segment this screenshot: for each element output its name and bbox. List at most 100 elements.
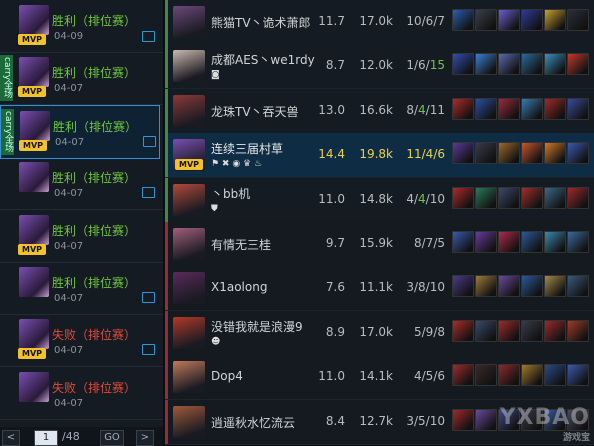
player-name[interactable]: 连续三届村草: [211, 140, 283, 157]
item-icon[interactable]: [475, 9, 497, 31]
item-icon[interactable]: [498, 320, 520, 342]
item-icon[interactable]: [544, 187, 566, 209]
player-row[interactable]: 成都AES丶we1rdy ◙ 8.7 12.0k 1/6/15: [165, 44, 594, 89]
item-icon[interactable]: [498, 275, 520, 297]
item-icon[interactable]: [452, 275, 474, 297]
item-icon[interactable]: [475, 187, 497, 209]
match-item[interactable]: MVP 失败（排位赛） 04-07: [0, 314, 163, 367]
player-row[interactable]: Dop4 11.0 14.1k 4/5/6: [165, 355, 594, 400]
item-icon[interactable]: [567, 320, 589, 342]
go-button[interactable]: GO: [100, 430, 124, 446]
item-icon[interactable]: [452, 142, 474, 164]
video-replay-icon[interactable]: [143, 136, 156, 147]
champion-icon: [20, 111, 50, 141]
item-icon[interactable]: [452, 98, 474, 120]
match-item[interactable]: MVP 胜利（排位赛） 04-07: [0, 210, 163, 263]
player-name[interactable]: 没错我就是浪漫9: [211, 318, 303, 335]
item-icon[interactable]: [544, 98, 566, 120]
player-row[interactable]: 龙珠TV丶吞天兽 13.0 16.6k 8/4/11: [165, 89, 594, 134]
player-name[interactable]: 龙珠TV丶吞天兽: [211, 103, 299, 120]
item-icon[interactable]: [498, 364, 520, 386]
item-icon[interactable]: [521, 275, 543, 297]
item-icon[interactable]: [567, 53, 589, 75]
item-icon[interactable]: [567, 364, 589, 386]
item-icon[interactable]: [498, 98, 520, 120]
video-replay-icon[interactable]: [142, 187, 155, 198]
player-name[interactable]: 丶bb机: [211, 185, 250, 202]
item-icon[interactable]: [567, 98, 589, 120]
video-replay-icon[interactable]: [142, 31, 155, 42]
player-name[interactable]: 有情无三桂: [211, 236, 271, 253]
item-icon[interactable]: [498, 9, 520, 31]
match-item[interactable]: MVP 胜利（排位赛） 04-09: [0, 0, 163, 53]
player-name[interactable]: Dop4: [211, 369, 243, 383]
next-page-button[interactable]: >: [136, 430, 154, 446]
match-item[interactable]: 胜利（排位赛） 04-07: [0, 262, 163, 315]
item-icon[interactable]: [521, 142, 543, 164]
player-row[interactable]: 熊猫TV丶诡术萧郎 11.7 17.0k 10/6/7: [165, 0, 594, 45]
player-row[interactable]: MVP 连续三届村草 ⚑ ✖ ◉ ♛ ♨ 14.4 19.8k 11/4/6: [165, 133, 594, 178]
item-icon[interactable]: [567, 9, 589, 31]
video-replay-icon[interactable]: [142, 344, 155, 355]
item-icon[interactable]: [521, 364, 543, 386]
item-icon[interactable]: [544, 142, 566, 164]
item-icon[interactable]: [498, 231, 520, 253]
item-icon[interactable]: [475, 275, 497, 297]
item-icon[interactable]: [544, 275, 566, 297]
match-item[interactable]: carry全场 MVP 胜利（排位赛） 04-07: [0, 52, 163, 105]
item-icon[interactable]: [498, 187, 520, 209]
match-item[interactable]: 失败（排位赛） 04-07: [0, 367, 163, 420]
item-icon[interactable]: [521, 9, 543, 31]
page-number-input[interactable]: 1: [34, 430, 58, 446]
player-row[interactable]: X1aolong 7.6 11.1k 3/8/10: [165, 266, 594, 311]
team-side-bar: [165, 355, 168, 399]
item-icon[interactable]: [475, 98, 497, 120]
item-icon[interactable]: [475, 364, 497, 386]
item-icon[interactable]: [521, 98, 543, 120]
player-row[interactable]: 没错我就是浪漫9 ☻ 8.9 17.0k 5/9/8: [165, 311, 594, 356]
item-icon[interactable]: [544, 364, 566, 386]
item-icon[interactable]: [475, 53, 497, 75]
item-icon[interactable]: [452, 53, 474, 75]
item-icon[interactable]: [521, 187, 543, 209]
player-name[interactable]: X1aolong: [211, 280, 267, 294]
item-icon[interactable]: [475, 409, 497, 431]
player-gold: 16.6k: [359, 103, 393, 117]
player-gold: 17.0k: [359, 325, 393, 339]
item-icon[interactable]: [544, 231, 566, 253]
video-replay-icon[interactable]: [142, 292, 155, 303]
item-icon[interactable]: [452, 409, 474, 431]
item-icon[interactable]: [498, 142, 520, 164]
item-icon[interactable]: [544, 320, 566, 342]
item-icon[interactable]: [567, 187, 589, 209]
match-item[interactable]: carry全场 MVP 胜利（排位赛） 04-07: [0, 105, 160, 159]
item-icon[interactable]: [475, 320, 497, 342]
item-icon[interactable]: [544, 53, 566, 75]
match-date: 04-07: [54, 398, 84, 409]
item-icon[interactable]: [521, 320, 543, 342]
kda-value: 11: [429, 103, 445, 117]
item-icon[interactable]: [452, 231, 474, 253]
player-name[interactable]: 成都AES丶we1rdy: [211, 51, 315, 68]
item-icon[interactable]: [567, 231, 589, 253]
item-icon[interactable]: [521, 53, 543, 75]
item-icon[interactable]: [452, 187, 474, 209]
item-icon[interactable]: [521, 231, 543, 253]
item-icon[interactable]: [544, 9, 566, 31]
item-icon[interactable]: [498, 53, 520, 75]
player-name[interactable]: 逍遥秋水忆流云: [211, 414, 295, 431]
prev-page-button[interactable]: <: [2, 430, 20, 446]
item-icon[interactable]: [475, 142, 497, 164]
player-name[interactable]: 熊猫TV丶诡术萧郎: [211, 14, 311, 31]
item-icon[interactable]: [567, 142, 589, 164]
item-icon[interactable]: [475, 231, 497, 253]
player-row[interactable]: 丶bb机 ⛊ 11.0 14.8k 4/4/10: [165, 178, 594, 223]
champion-icon: [19, 162, 49, 192]
kda-value: 5: [437, 236, 445, 250]
item-icon[interactable]: [567, 275, 589, 297]
match-item[interactable]: 胜利（排位赛） 04-07: [0, 157, 163, 210]
item-icon[interactable]: [452, 9, 474, 31]
player-row[interactable]: 有情无三桂 9.7 15.9k 8/7/5: [165, 222, 594, 267]
item-icon[interactable]: [452, 320, 474, 342]
item-icon[interactable]: [452, 364, 474, 386]
